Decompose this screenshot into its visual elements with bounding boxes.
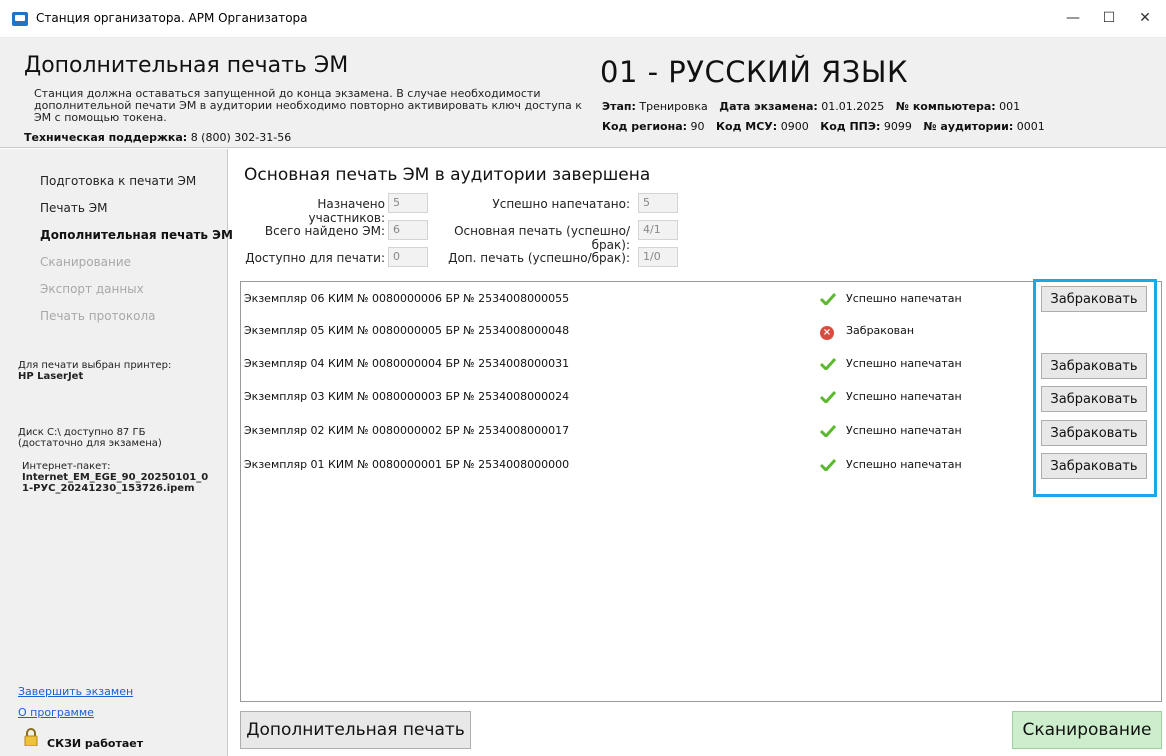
stage-label: Этап: [602, 100, 636, 113]
exam-meta-line-2: Код региона: 90 Код МСУ: 0900 Код ППЭ: 9… [602, 120, 1045, 133]
about-link[interactable]: О программе [18, 706, 94, 719]
close-button[interactable]: ✕ [1130, 6, 1160, 30]
extra-print-value: 1/0 [638, 247, 678, 267]
main-title: Основная печать ЭМ в аудитории завершена [244, 165, 651, 185]
assigned-value: 5 [388, 193, 428, 213]
printer-name: HP LaserJet [18, 371, 84, 382]
em-row-04: Экземпляр 04 КИМ № 0080000004 БР № 25340… [244, 357, 570, 370]
minimize-button[interactable]: — [1058, 6, 1088, 30]
support-info: Техническая поддержка: 8 (800) 302-31-56 [24, 131, 291, 144]
check-icon [820, 293, 836, 305]
printed-value: 5 [638, 193, 678, 213]
status-text: Забракован [846, 324, 915, 337]
exam-subject: 01 - РУССКИЙ ЯЗЫК [600, 55, 909, 89]
main-print-label: Основная печать (успешно/брак): [454, 224, 630, 252]
support-phone: 8 (800) 302-31-56 [190, 131, 292, 144]
lock-icon [24, 728, 38, 746]
printer-info: Для печати выбран принтер: HP LaserJet [18, 360, 218, 382]
disk-status: (достаточно для экзамена) [18, 438, 162, 449]
maximize-button[interactable]: ☐ [1094, 6, 1124, 30]
region-value: 90 [690, 120, 705, 133]
status-text: Успешно напечатан [846, 357, 962, 370]
msu-value: 0900 [780, 120, 809, 133]
status-text: Успешно напечатан [846, 390, 962, 403]
sidebar-item-extra-print[interactable]: Дополнительная печать ЭМ [40, 228, 233, 242]
check-icon [820, 425, 836, 437]
title-bar: Станция организатора. АРМ Организатора —… [0, 0, 1166, 38]
header: Дополнительная печать ЭМ Станция должна … [0, 38, 1166, 148]
reject-buttons-highlight [1033, 279, 1157, 497]
available-value: 0 [388, 247, 428, 267]
room-value: 0001 [1016, 120, 1045, 133]
pc-value: 001 [999, 100, 1021, 113]
sidebar-item-export: Экспорт данных [40, 282, 144, 296]
status-text: Успешно напечатан [846, 292, 962, 305]
sidebar-item-print-protocol: Печать протокола [40, 309, 156, 323]
finish-exam-link[interactable]: Завершить экзамен [18, 685, 133, 698]
package-name-line2: 1-РУС_20241230_153726.ipem [22, 483, 195, 494]
em-row-05: Экземпляр 05 КИМ № 0080000005 БР № 25340… [244, 324, 570, 337]
ppe-label: Код ППЭ: [820, 120, 881, 133]
date-value: 01.01.2025 [821, 100, 885, 113]
error-icon: × [820, 326, 834, 340]
assigned-label: Назначено участников: [308, 197, 385, 225]
package-info: Интернет-пакет: Internet_EM_EGE_90_20250… [22, 461, 222, 494]
em-row-02: Экземпляр 02 КИМ № 0080000002 БР № 25340… [244, 424, 570, 437]
window-title: Станция организатора. АРМ Организатора [36, 11, 308, 25]
available-label: Доступно для печати: [245, 251, 385, 265]
app-icon [12, 12, 28, 26]
skzi-status: СКЗИ работает [47, 737, 144, 750]
check-icon [820, 358, 836, 370]
check-icon [820, 459, 836, 471]
status-text: Успешно напечатан [846, 458, 962, 471]
exam-meta-line-1: Этап: Тренировка Дата экзамена: 01.01.20… [602, 100, 1020, 113]
sidebar-item-print[interactable]: Печать ЭМ [40, 201, 107, 215]
disk-space: Диск C:\ доступно 87 ГБ [18, 427, 146, 438]
pc-label: № компьютера: [895, 100, 996, 113]
check-icon [820, 391, 836, 403]
package-name-line1: Internet_EM_EGE_90_20250101_0 [22, 472, 209, 483]
room-label: № аудитории: [923, 120, 1014, 133]
extra-print-label: Доп. печать (успешно/брак): [448, 251, 630, 265]
found-value: 6 [388, 220, 428, 240]
scan-button[interactable]: Сканирование [1012, 711, 1162, 749]
found-label: Всего найдено ЭМ: [264, 224, 385, 238]
header-description: Станция должна оставаться запущенной до … [34, 87, 582, 124]
sidebar-item-prepare-print[interactable]: Подготовка к печати ЭМ [40, 174, 196, 188]
region-label: Код региона: [602, 120, 688, 133]
disk-info: Диск C:\ доступно 87 ГБ (достаточно для … [18, 427, 218, 449]
printer-label: Для печати выбран принтер: [18, 360, 172, 371]
em-list-panel [240, 281, 1162, 702]
support-label: Техническая поддержка: [24, 131, 188, 144]
main-print-value: 4/1 [638, 220, 678, 240]
msu-label: Код МСУ: [716, 120, 778, 133]
status-text: Успешно напечатан [846, 424, 962, 437]
stage-value: Тренировка [639, 100, 708, 113]
sidebar-item-scanning: Сканирование [40, 255, 132, 269]
em-row-06: Экземпляр 06 КИМ № 0080000006 БР № 25340… [244, 292, 570, 305]
page-title: Дополнительная печать ЭМ [24, 53, 349, 78]
em-row-01: Экземпляр 01 КИМ № 0080000001 БР № 25340… [244, 458, 570, 471]
em-row-03: Экземпляр 03 КИМ № 0080000003 БР № 25340… [244, 390, 570, 403]
package-label: Интернет-пакет: [22, 461, 111, 472]
printed-label: Успешно напечатано: [492, 197, 630, 211]
extra-print-button[interactable]: Дополнительная печать [240, 711, 471, 749]
date-label: Дата экзамена: [719, 100, 818, 113]
ppe-value: 9099 [883, 120, 912, 133]
